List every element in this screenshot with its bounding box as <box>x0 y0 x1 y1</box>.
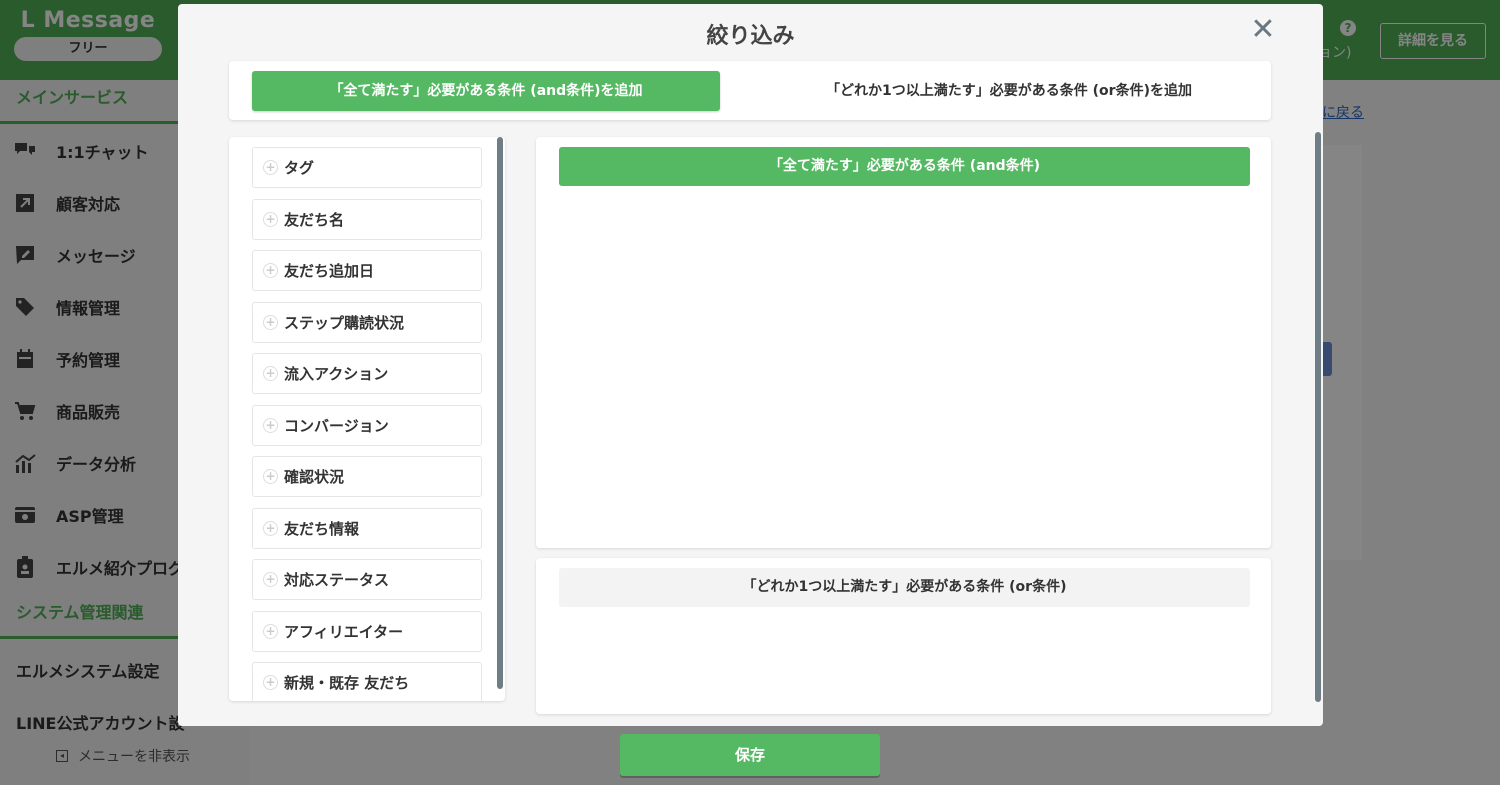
condition-label: タグ <box>284 159 315 177</box>
condition-item-friend-name[interactable]: + 友だち名 <box>252 199 482 240</box>
condition-label: ステップ購読状況 <box>284 314 405 332</box>
condition-type-tabs: 「全て満たす」必要がある条件 (and条件)を追加 「どれか1つ以上満たす」必要… <box>229 61 1271 120</box>
condition-label: 新規・既存 友だち <box>284 674 410 692</box>
condition-item-confirmation[interactable]: + 確認状況 <box>252 456 482 497</box>
tab-add-or-condition[interactable]: 「どれか1つ以上満たす」必要がある条件 (or条件)を追加 <box>769 71 1249 111</box>
condition-item-step[interactable]: + ステップ購読状況 <box>252 302 482 343</box>
condition-list-scrollbar[interactable] <box>497 137 503 689</box>
save-button[interactable]: 保存 <box>620 734 880 776</box>
or-conditions-panel: 「どれか1つ以上満たす」必要がある条件 (or条件) <box>536 558 1271 714</box>
plus-circle-icon: + <box>263 263 278 278</box>
condition-list: + タグ + 友だち名 + 友だち追加日 + ステップ購読状況 + 流入アクション + コン… <box>229 137 505 701</box>
condition-item-new-existing[interactable]: + 新規・既存 友だち <box>252 662 482 701</box>
plus-circle-icon: + <box>263 315 278 330</box>
condition-label: アフィリエイター <box>284 623 404 641</box>
close-icon[interactable]: ✕ <box>1250 15 1276 45</box>
modal-scrollbar[interactable] <box>1315 132 1321 702</box>
condition-item-added-date[interactable]: + 友だち追加日 <box>252 250 482 291</box>
plus-circle-icon: + <box>263 469 278 484</box>
condition-label: 確認状況 <box>284 468 345 486</box>
condition-label: 友だち名 <box>284 211 345 229</box>
or-conditions-header: 「どれか1つ以上満たす」必要がある条件 (or条件) <box>559 568 1250 607</box>
condition-item-affiliate[interactable]: + アフィリエイター <box>252 611 482 652</box>
condition-label: 流入アクション <box>284 365 389 383</box>
plus-circle-icon: + <box>263 521 278 536</box>
plus-circle-icon: + <box>263 624 278 639</box>
condition-label: コンバージョン <box>284 417 389 435</box>
plus-circle-icon: + <box>263 212 278 227</box>
condition-label: 対応ステータス <box>284 571 390 589</box>
plus-circle-icon: + <box>263 160 278 175</box>
condition-item-conversion[interactable]: + コンバージョン <box>252 405 482 446</box>
tab-add-and-condition[interactable]: 「全て満たす」必要がある条件 (and条件)を追加 <box>252 71 720 111</box>
plus-circle-icon: + <box>263 418 278 433</box>
modal-title: 絞り込み <box>706 24 795 49</box>
condition-label: 友だち追加日 <box>284 262 375 280</box>
filter-modal: 絞り込み ✕ 「全て満たす」必要がある条件 (and条件)を追加 「どれか1つ以… <box>178 4 1323 726</box>
plus-circle-icon: + <box>263 572 278 587</box>
condition-item-inflow[interactable]: + 流入アクション <box>252 353 482 394</box>
condition-item-status[interactable]: + 対応ステータス <box>252 559 482 600</box>
condition-item-tag[interactable]: + タグ <box>252 147 482 188</box>
and-conditions-header: 「全て満たす」必要がある条件 (and条件) <box>559 147 1250 186</box>
condition-label: 友だち情報 <box>284 520 360 538</box>
and-conditions-panel: 「全て満たす」必要がある条件 (and条件) <box>536 137 1271 548</box>
plus-circle-icon: + <box>263 366 278 381</box>
condition-item-friend-info[interactable]: + 友だち情報 <box>252 508 482 549</box>
plus-circle-icon: + <box>263 675 278 690</box>
